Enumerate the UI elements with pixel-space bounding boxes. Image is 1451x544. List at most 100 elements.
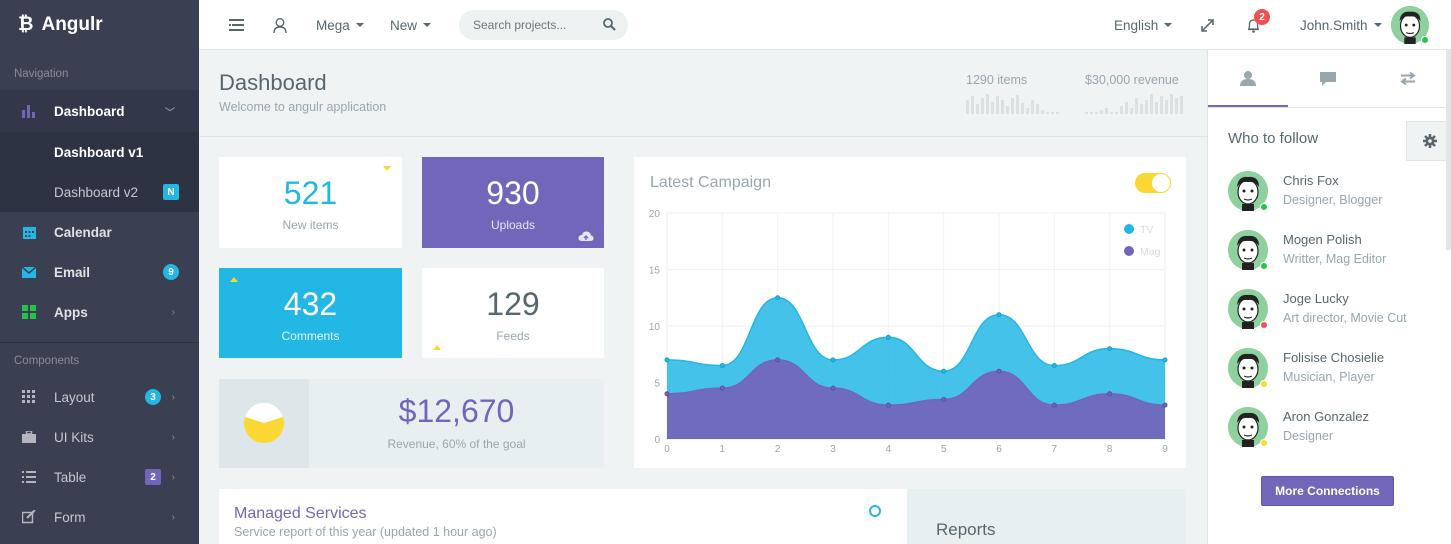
person-name[interactable]: Folisise Chosielie: [1283, 350, 1384, 365]
user-outline-icon[interactable]: [273, 0, 287, 50]
layout-count-badge: 3: [145, 389, 161, 405]
person-avatar[interactable]: [1228, 289, 1268, 329]
language-dropdown[interactable]: English: [1114, 0, 1173, 50]
follow-item[interactable]: Joge Lucky Art director, Movie Cut: [1228, 285, 1428, 335]
presence-status-dot: [1260, 321, 1268, 329]
apps-grid-icon: [20, 303, 38, 321]
tab-activity[interactable]: [1368, 50, 1448, 107]
sidebar-item-dashboard-v1[interactable]: Dashboard v1: [0, 132, 199, 172]
user-menu-dropdown[interactable]: John.Smith: [1300, 0, 1382, 50]
sidebar-item-label: Calendar: [54, 224, 112, 240]
person-name[interactable]: Aron Gonzalez: [1283, 409, 1369, 424]
fullscreen-icon[interactable]: [1201, 0, 1214, 50]
tile-new-items[interactable]: 521 New items: [219, 157, 402, 248]
dashboard-submenu: Dashboard v1 Dashboard v2 N: [0, 132, 199, 212]
sidebar-item-label: Email: [54, 264, 91, 280]
legend-label: Mag: [1140, 246, 1161, 258]
managed-services-panel: Managed Services Service report of this …: [219, 489, 907, 544]
trend-up-icon: [230, 277, 238, 282]
online-status-dot: [1421, 36, 1429, 44]
table-count-badge: 2: [145, 469, 161, 485]
brand-name: Angulr: [41, 14, 103, 35]
tile-comments[interactable]: 432 Comments: [219, 268, 402, 358]
data-point: [775, 357, 781, 363]
presence-status-dot: [1260, 439, 1268, 447]
follow-item[interactable]: Chris Fox Designer, Blogger: [1228, 167, 1428, 217]
person-name[interactable]: Chris Fox: [1283, 173, 1339, 188]
tile-label: Feeds: [496, 329, 530, 343]
sidebar-item-label: Layout: [54, 389, 95, 405]
data-point: [1051, 402, 1057, 408]
notification-count-badge: 2: [1254, 9, 1270, 25]
person-role: Musician, Player: [1283, 370, 1375, 384]
bell-icon[interactable]: [1247, 0, 1260, 50]
more-connections-button[interactable]: More Connections: [1261, 476, 1394, 506]
search-icon[interactable]: [603, 18, 616, 34]
sidebar-item-apps[interactable]: Apps ›: [0, 292, 199, 332]
revenue-stat: $30,000 revenue: [1085, 73, 1179, 87]
language-label: English: [1114, 17, 1159, 33]
caret-down-icon: [423, 23, 432, 27]
legend-label: TV: [1140, 224, 1153, 236]
campaign-panel: Latest Campaign 0 5 10 15 20 0 1 2 3 4 5 6 7 8 9 TV Mag: [634, 157, 1186, 468]
x-tick-label: 7: [1052, 444, 1058, 455]
search-box: [459, 10, 628, 40]
campaign-area-chart: 0 5 10 15 20 0 1 2 3 4 5 6 7 8 9 TV Mag: [649, 209, 1168, 455]
reports-title: Reports: [936, 520, 996, 539]
person-name[interactable]: Joge Lucky: [1283, 291, 1349, 306]
user-avatar[interactable]: [1391, 6, 1429, 44]
follow-item[interactable]: Aron Gonzalez Designer: [1228, 403, 1428, 453]
data-point: [1162, 402, 1168, 408]
sidebar-item-calendar[interactable]: Calendar: [0, 212, 199, 252]
person-avatar[interactable]: [1228, 407, 1268, 447]
person-avatar[interactable]: [1228, 230, 1268, 270]
x-tick-label: 2: [775, 444, 781, 455]
trend-down-icon: [383, 166, 391, 171]
new-menu-dropdown[interactable]: New: [390, 0, 432, 50]
sidebar-item-ui-kits[interactable]: UI Kits ›: [0, 417, 199, 457]
tile-uploads[interactable]: 930 Uploads: [422, 157, 604, 248]
calendar-icon: [20, 223, 38, 241]
data-point: [996, 368, 1002, 374]
tile-feeds[interactable]: 129 Feeds: [422, 268, 604, 358]
revenue-sparkline: [1085, 94, 1183, 114]
x-tick-label: 6: [996, 444, 1002, 455]
sidebar-item-form[interactable]: Form ›: [0, 497, 199, 537]
settings-toggle[interactable]: [1406, 121, 1451, 161]
legend-swatch: [1124, 224, 1134, 234]
data-point: [1051, 363, 1057, 369]
brand[interactable]: ₿ Angulr: [0, 0, 199, 50]
sidebar-item-label: Form: [54, 509, 86, 525]
person-avatar[interactable]: [1228, 171, 1268, 211]
person-name[interactable]: Mogen Polish: [1283, 232, 1362, 247]
mega-menu-dropdown[interactable]: Mega: [316, 0, 364, 50]
sidebar-item-label: Dashboard: [54, 103, 125, 119]
tile-value: 129: [486, 286, 540, 322]
sidebar-item-layout[interactable]: Layout 3 ›: [0, 377, 199, 417]
mega-menu-label: Mega: [316, 17, 350, 33]
person-role: Art director, Movie Cut: [1283, 311, 1407, 325]
follow-item[interactable]: Mogen Polish Writter, Mag Editor: [1228, 226, 1428, 276]
data-point: [941, 396, 947, 402]
tab-chat[interactable]: [1288, 50, 1368, 107]
sidebar-item-dashboard-v2[interactable]: Dashboard v2 N: [0, 172, 199, 212]
sidebar-item-email[interactable]: Email 9: [0, 252, 199, 292]
person-avatar[interactable]: [1228, 348, 1268, 388]
top-header: Mega New English 2 John.Smith: [199, 0, 1451, 50]
transfer-icon: [1400, 72, 1416, 85]
person-role: Designer: [1283, 429, 1334, 443]
x-tick-label: 4: [886, 444, 892, 455]
nav-header-navigation: Navigation: [14, 68, 69, 80]
user-icon: [1240, 70, 1256, 86]
chevron-right-icon: ›: [171, 391, 175, 403]
menu-toggle-icon[interactable]: [229, 0, 244, 50]
search-input[interactable]: [473, 18, 593, 32]
sidebar-item-dashboard[interactable]: Dashboard ﹀: [0, 90, 199, 132]
sidebar-item-label: UI Kits: [54, 429, 94, 445]
x-tick-label: 0: [664, 444, 670, 455]
tab-people[interactable]: [1208, 50, 1288, 107]
y-tick-label: 15: [649, 266, 661, 277]
sidebar-item-table[interactable]: Table 2 ›: [0, 457, 199, 497]
scrollbar[interactable]: [1446, 50, 1451, 250]
follow-item[interactable]: Folisise Chosielie Musician, Player: [1228, 344, 1428, 394]
